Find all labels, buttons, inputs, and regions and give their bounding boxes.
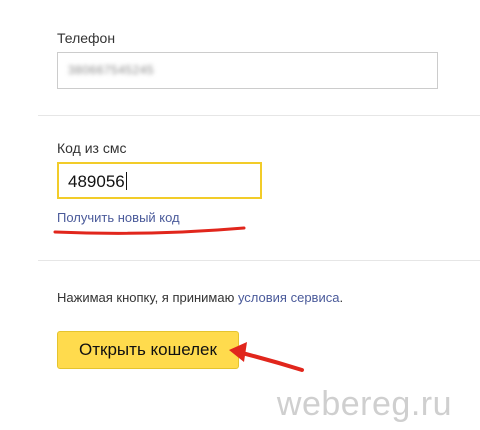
red-underline-annotation <box>53 226 246 235</box>
watermark: webereg.ru <box>276 385 452 423</box>
red-arrow-icon <box>229 342 304 372</box>
annotation-overlay <box>53 226 304 372</box>
